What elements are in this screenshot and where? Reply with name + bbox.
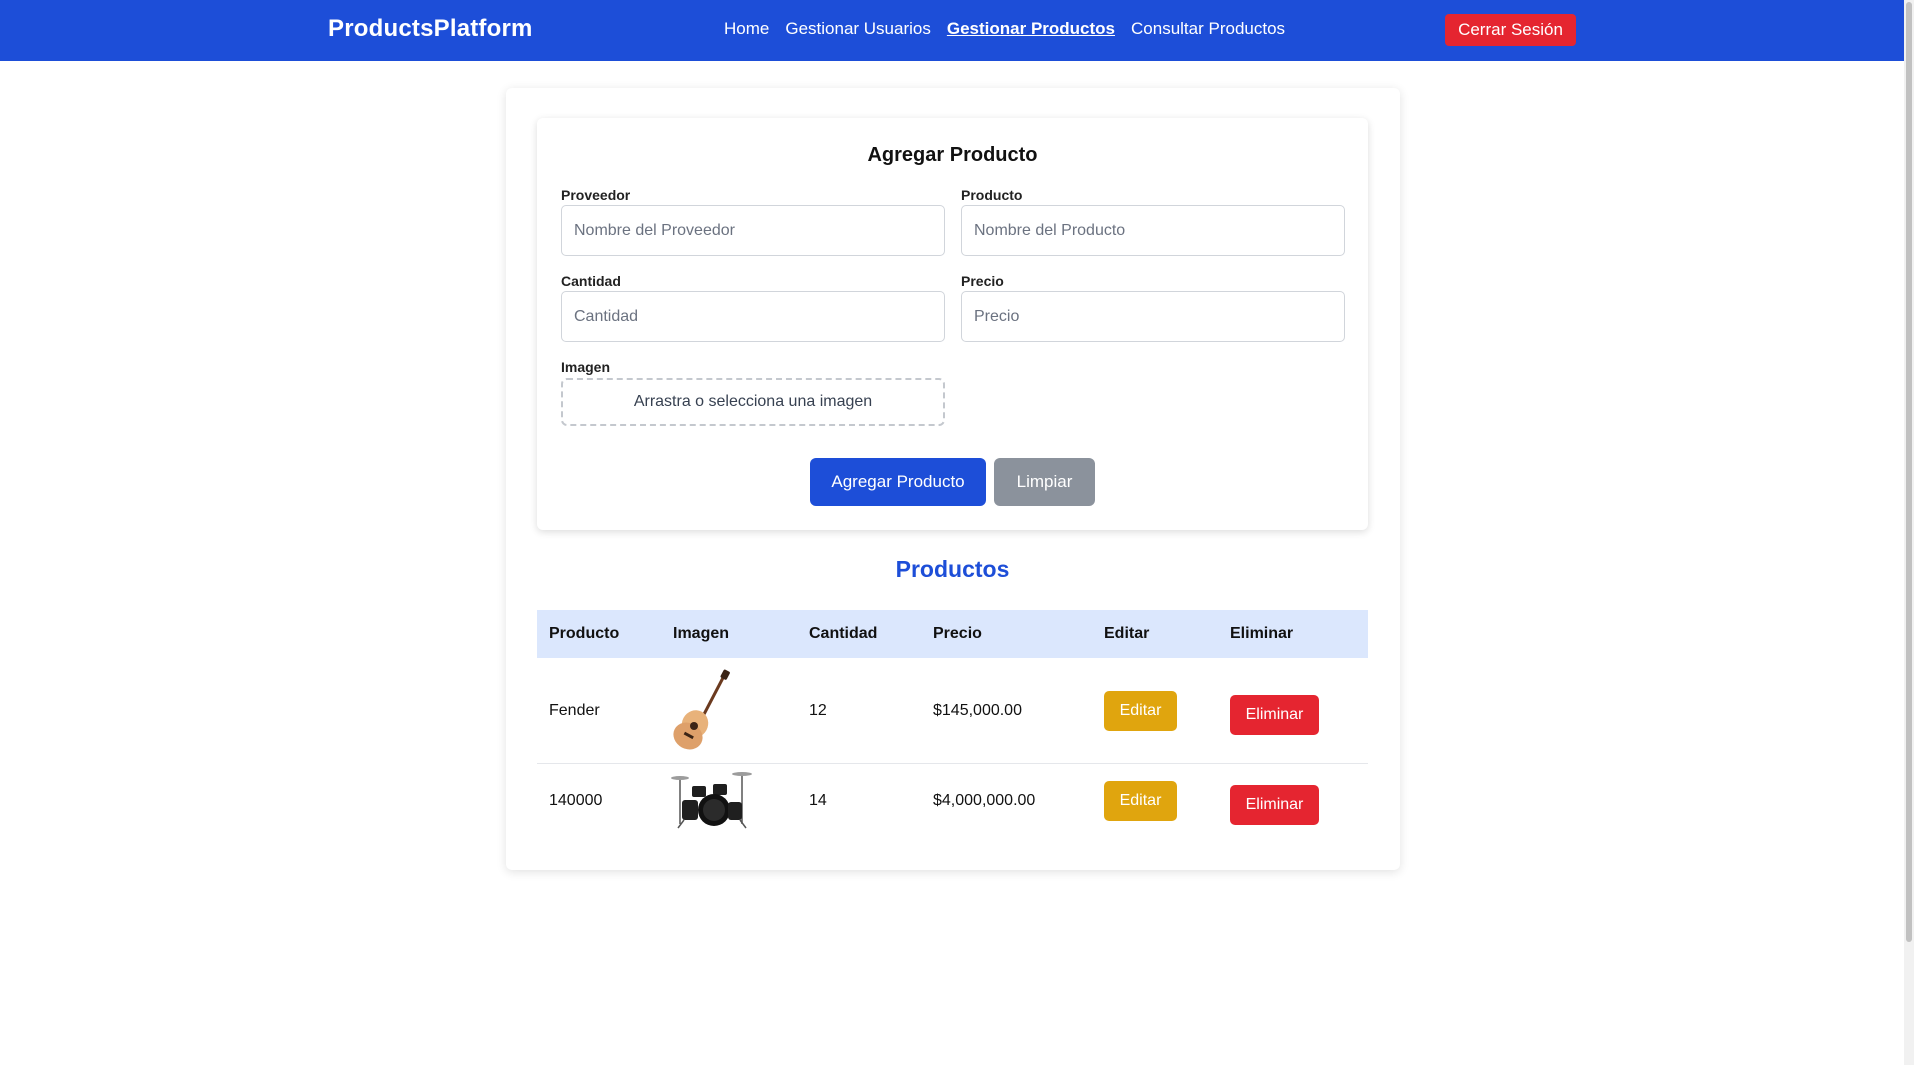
- column-header-producto: Producto: [549, 625, 620, 642]
- column-header-editar: Editar: [1104, 625, 1150, 642]
- dropzone-text: Arrastra o selecciona una imagen: [633, 393, 873, 410]
- producto-input[interactable]: [961, 205, 1345, 256]
- page-scrollbar-thumb[interactable]: [1906, 2, 1912, 942]
- table-row: 140000 14 $4,000,000.00 Editar Eliminar: [537, 764, 1368, 860]
- table-row: Fender 12 $145,000.00 Editar Eliminar: [537, 658, 1368, 764]
- add-product-button[interactable]: Agregar Producto: [810, 458, 986, 506]
- nav-link-home[interactable]: Home: [724, 19, 769, 39]
- precio-input[interactable]: [961, 291, 1345, 342]
- drum-kit-icon: [671, 772, 752, 829]
- precio-label: Precio: [961, 273, 1004, 289]
- nav-link-gestionar-usuarios[interactable]: Gestionar Usuarios: [785, 19, 931, 39]
- logout-button[interactable]: Cerrar Sesión: [1445, 14, 1576, 46]
- edit-button[interactable]: Editar: [1104, 781, 1177, 821]
- add-product-form: Agregar Producto Proveedor Producto Cant…: [537, 118, 1368, 530]
- column-header-eliminar: Eliminar: [1230, 625, 1294, 642]
- cell-producto: 140000: [549, 792, 603, 809]
- acoustic-guitar-icon: [673, 669, 730, 750]
- cell-precio: $4,000,000.00: [933, 792, 1036, 809]
- producto-label: Producto: [961, 187, 1023, 203]
- form-title: Agregar Producto: [867, 144, 1038, 166]
- column-header-precio: Precio: [933, 625, 982, 642]
- column-header-imagen: Imagen: [673, 625, 730, 642]
- cell-cantidad: 14: [809, 792, 827, 809]
- proveedor-label: Proveedor: [561, 187, 631, 203]
- image-dropzone[interactable]: Arrastra o selecciona una imagen: [561, 378, 945, 426]
- clear-form-button[interactable]: Limpiar: [994, 458, 1095, 506]
- cell-cantidad: 12: [809, 702, 827, 719]
- brand-logo[interactable]: ProductsPlatform: [328, 15, 533, 43]
- proveedor-input[interactable]: [561, 205, 945, 256]
- column-header-cantidad: Cantidad: [809, 625, 878, 642]
- nav-link-consultar-productos[interactable]: Consultar Productos: [1131, 19, 1285, 39]
- nav-links: Home Gestionar Usuarios Gestionar Produc…: [724, 19, 1285, 39]
- products-table-header: Producto Imagen Cantidad Precio Editar E…: [537, 610, 1368, 658]
- nav-link-gestionar-productos[interactable]: Gestionar Productos: [947, 19, 1115, 39]
- imagen-label: Imagen: [561, 359, 611, 375]
- edit-button[interactable]: Editar: [1104, 691, 1177, 731]
- delete-button[interactable]: Eliminar: [1230, 695, 1319, 735]
- cell-producto: Fender: [549, 702, 600, 719]
- products-section-title: Productos: [895, 556, 1010, 582]
- delete-button[interactable]: Eliminar: [1230, 785, 1319, 825]
- cantidad-input[interactable]: [561, 291, 945, 342]
- cell-precio: $145,000.00: [933, 702, 1022, 719]
- cantidad-label: Cantidad: [561, 273, 621, 289]
- top-navbar: ProductsPlatform Home Gestionar Usuarios…: [0, 0, 1904, 61]
